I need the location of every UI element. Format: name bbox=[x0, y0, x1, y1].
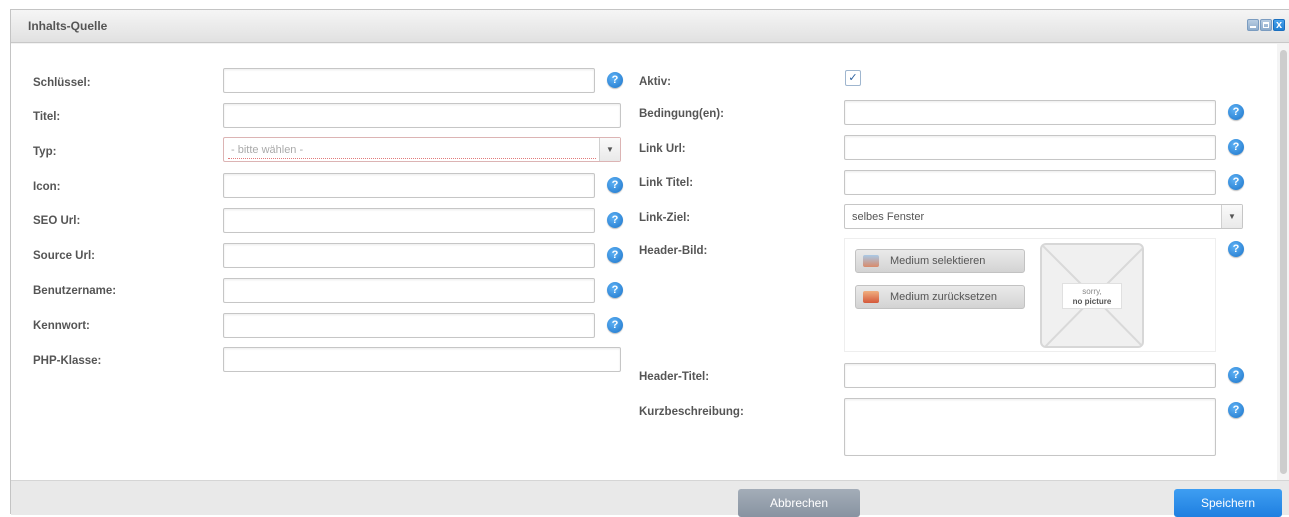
label-schluessel: Schlüssel: bbox=[33, 77, 91, 89]
label-header-titel: Header-Titel: bbox=[639, 371, 710, 383]
dialog-footer: Abbrechen Speichern bbox=[11, 480, 1289, 517]
label-kurzbeschreibung: Kurzbeschreibung: bbox=[639, 406, 744, 418]
reset-media-label: Medium zurücksetzen bbox=[890, 291, 997, 303]
titel-input[interactable] bbox=[223, 103, 621, 128]
help-icon[interactable]: ? bbox=[607, 212, 623, 228]
label-header-bild: Header-Bild: bbox=[639, 245, 708, 257]
link-ziel-select-value: selbes Fenster bbox=[852, 211, 925, 223]
kurzbeschreibung-textarea[interactable] bbox=[844, 398, 1216, 456]
spellcheck-underline bbox=[228, 157, 596, 159]
chevron-down-icon[interactable]: ▼ bbox=[599, 138, 620, 161]
label-icon: Icon: bbox=[33, 181, 61, 193]
reset-media-button[interactable]: Medium zurücksetzen bbox=[855, 285, 1025, 309]
label-bedingungen: Bedingung(en): bbox=[639, 108, 724, 120]
help-icon[interactable]: ? bbox=[1228, 139, 1244, 155]
no-picture-placeholder: sorry, no picture bbox=[1040, 243, 1144, 348]
close-icon[interactable]: x bbox=[1273, 19, 1285, 31]
link-titel-input[interactable] bbox=[844, 170, 1216, 195]
maximize-icon[interactable] bbox=[1260, 19, 1272, 31]
aktiv-checkbox[interactable]: ✓ bbox=[845, 70, 861, 86]
save-button[interactable]: Speichern bbox=[1174, 489, 1282, 517]
label-titel: Titel: bbox=[33, 111, 61, 123]
label-kennwort: Kennwort: bbox=[33, 320, 90, 332]
label-link-ziel: Link-Ziel: bbox=[639, 212, 691, 224]
header-titel-input[interactable] bbox=[844, 363, 1216, 388]
help-icon[interactable]: ? bbox=[607, 247, 623, 263]
cancel-button[interactable]: Abbrechen bbox=[738, 489, 860, 517]
vertical-scrollbar[interactable] bbox=[1277, 44, 1289, 480]
help-icon[interactable]: ? bbox=[1228, 241, 1244, 257]
label-benutzername: Benutzername: bbox=[33, 285, 117, 297]
help-icon[interactable]: ? bbox=[607, 72, 623, 88]
minimize-icon[interactable] bbox=[1247, 19, 1259, 31]
select-media-button[interactable]: Medium selektieren bbox=[855, 249, 1025, 273]
link-ziel-select[interactable]: selbes Fenster ▼ bbox=[844, 204, 1243, 229]
help-icon[interactable]: ? bbox=[1228, 104, 1244, 120]
window-title: Inhalts-Quelle bbox=[28, 19, 108, 33]
schluessel-input[interactable] bbox=[223, 68, 595, 93]
label-link-titel: Link Titel: bbox=[639, 177, 694, 189]
label-aktiv: Aktiv: bbox=[639, 76, 671, 88]
benutzername-input[interactable] bbox=[223, 278, 595, 303]
no-picture-line2: no picture bbox=[1072, 297, 1112, 306]
reset-image-icon bbox=[863, 291, 879, 303]
icon-input[interactable] bbox=[223, 173, 595, 198]
label-seo-url: SEO Url: bbox=[33, 215, 81, 227]
label-typ: Typ: bbox=[33, 146, 57, 158]
help-icon[interactable]: ? bbox=[1228, 367, 1244, 383]
no-picture-line1: sorry, bbox=[1082, 287, 1102, 296]
link-url-input[interactable] bbox=[844, 135, 1216, 160]
help-icon[interactable]: ? bbox=[607, 177, 623, 193]
select-media-label: Medium selektieren bbox=[890, 255, 986, 267]
title-bar[interactable]: Inhalts-Quelle x bbox=[11, 10, 1289, 43]
help-icon[interactable]: ? bbox=[1228, 402, 1244, 418]
php-klasse-input[interactable] bbox=[223, 347, 621, 372]
no-picture-label: sorry, no picture bbox=[1062, 283, 1122, 309]
scrollbar-thumb[interactable] bbox=[1280, 50, 1287, 474]
typ-select[interactable]: - bitte wählen - ▼ bbox=[223, 137, 621, 162]
help-icon[interactable]: ? bbox=[1228, 174, 1244, 190]
help-icon[interactable]: ? bbox=[607, 282, 623, 298]
label-source-url: Source Url: bbox=[33, 250, 95, 262]
image-icon bbox=[863, 255, 879, 267]
seo-url-input[interactable] bbox=[223, 208, 595, 233]
help-icon[interactable]: ? bbox=[607, 317, 623, 333]
window-controls: x bbox=[1247, 19, 1285, 31]
kennwort-input[interactable] bbox=[223, 313, 595, 338]
bedingungen-input[interactable] bbox=[844, 100, 1216, 125]
chevron-down-icon[interactable]: ▼ bbox=[1221, 205, 1242, 228]
label-link-url: Link Url: bbox=[639, 143, 686, 155]
source-url-input[interactable] bbox=[223, 243, 595, 268]
typ-select-value: - bitte wählen - bbox=[231, 144, 304, 156]
label-php-klasse: PHP-Klasse: bbox=[33, 355, 102, 367]
